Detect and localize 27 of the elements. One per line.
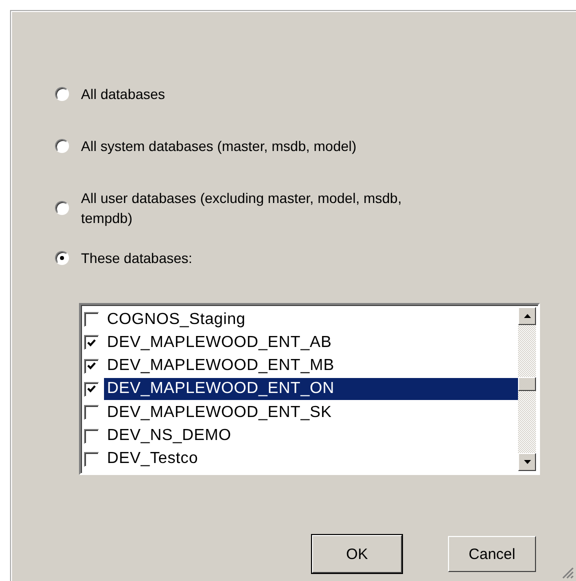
ok-button[interactable]: OK — [312, 535, 402, 573]
option-label: All user databases (excluding master, model, msdb, tempdb) — [81, 189, 403, 228]
scrollbar[interactable] — [518, 307, 536, 471]
database-name[interactable]: DEV_NS_DEMO — [104, 425, 518, 448]
database-name[interactable]: DEV_MAPLEWOOD_ENT_AB — [104, 332, 518, 354]
radio-button[interactable] — [55, 139, 69, 153]
scroll-down-button[interactable] — [518, 453, 536, 471]
option-label: All system databases (master, msdb, model) — [81, 137, 356, 156]
checkmark-icon — [87, 362, 96, 370]
resize-grip-icon[interactable] — [562, 567, 574, 579]
scroll-up-button[interactable] — [518, 307, 536, 325]
down-arrow-icon — [524, 460, 530, 464]
up-arrow-icon — [524, 314, 530, 318]
cancel-button[interactable]: Cancel — [448, 536, 536, 572]
checkmark-icon — [87, 385, 96, 394]
checkmark-icon — [87, 338, 96, 347]
radio-button[interactable] — [55, 87, 69, 101]
radio-button[interactable] — [55, 201, 69, 215]
scroll-thumb[interactable] — [518, 377, 536, 391]
database-name[interactable]: DEV_MAPLEWOOD_ENT_ON — [104, 378, 518, 400]
database-name[interactable]: DEV_MAPLEWOOD_ENT_MB — [104, 355, 518, 378]
database-name[interactable]: DEV_MAPLEWOOD_ENT_SK — [104, 402, 518, 424]
radio-button[interactable] — [55, 251, 69, 265]
database-name[interactable]: COGNOS_Staging — [104, 308, 518, 331]
option-label: All databases — [81, 85, 166, 104]
database-name[interactable]: DEV_Testco — [104, 448, 518, 470]
option-label: These databases: — [81, 249, 192, 268]
